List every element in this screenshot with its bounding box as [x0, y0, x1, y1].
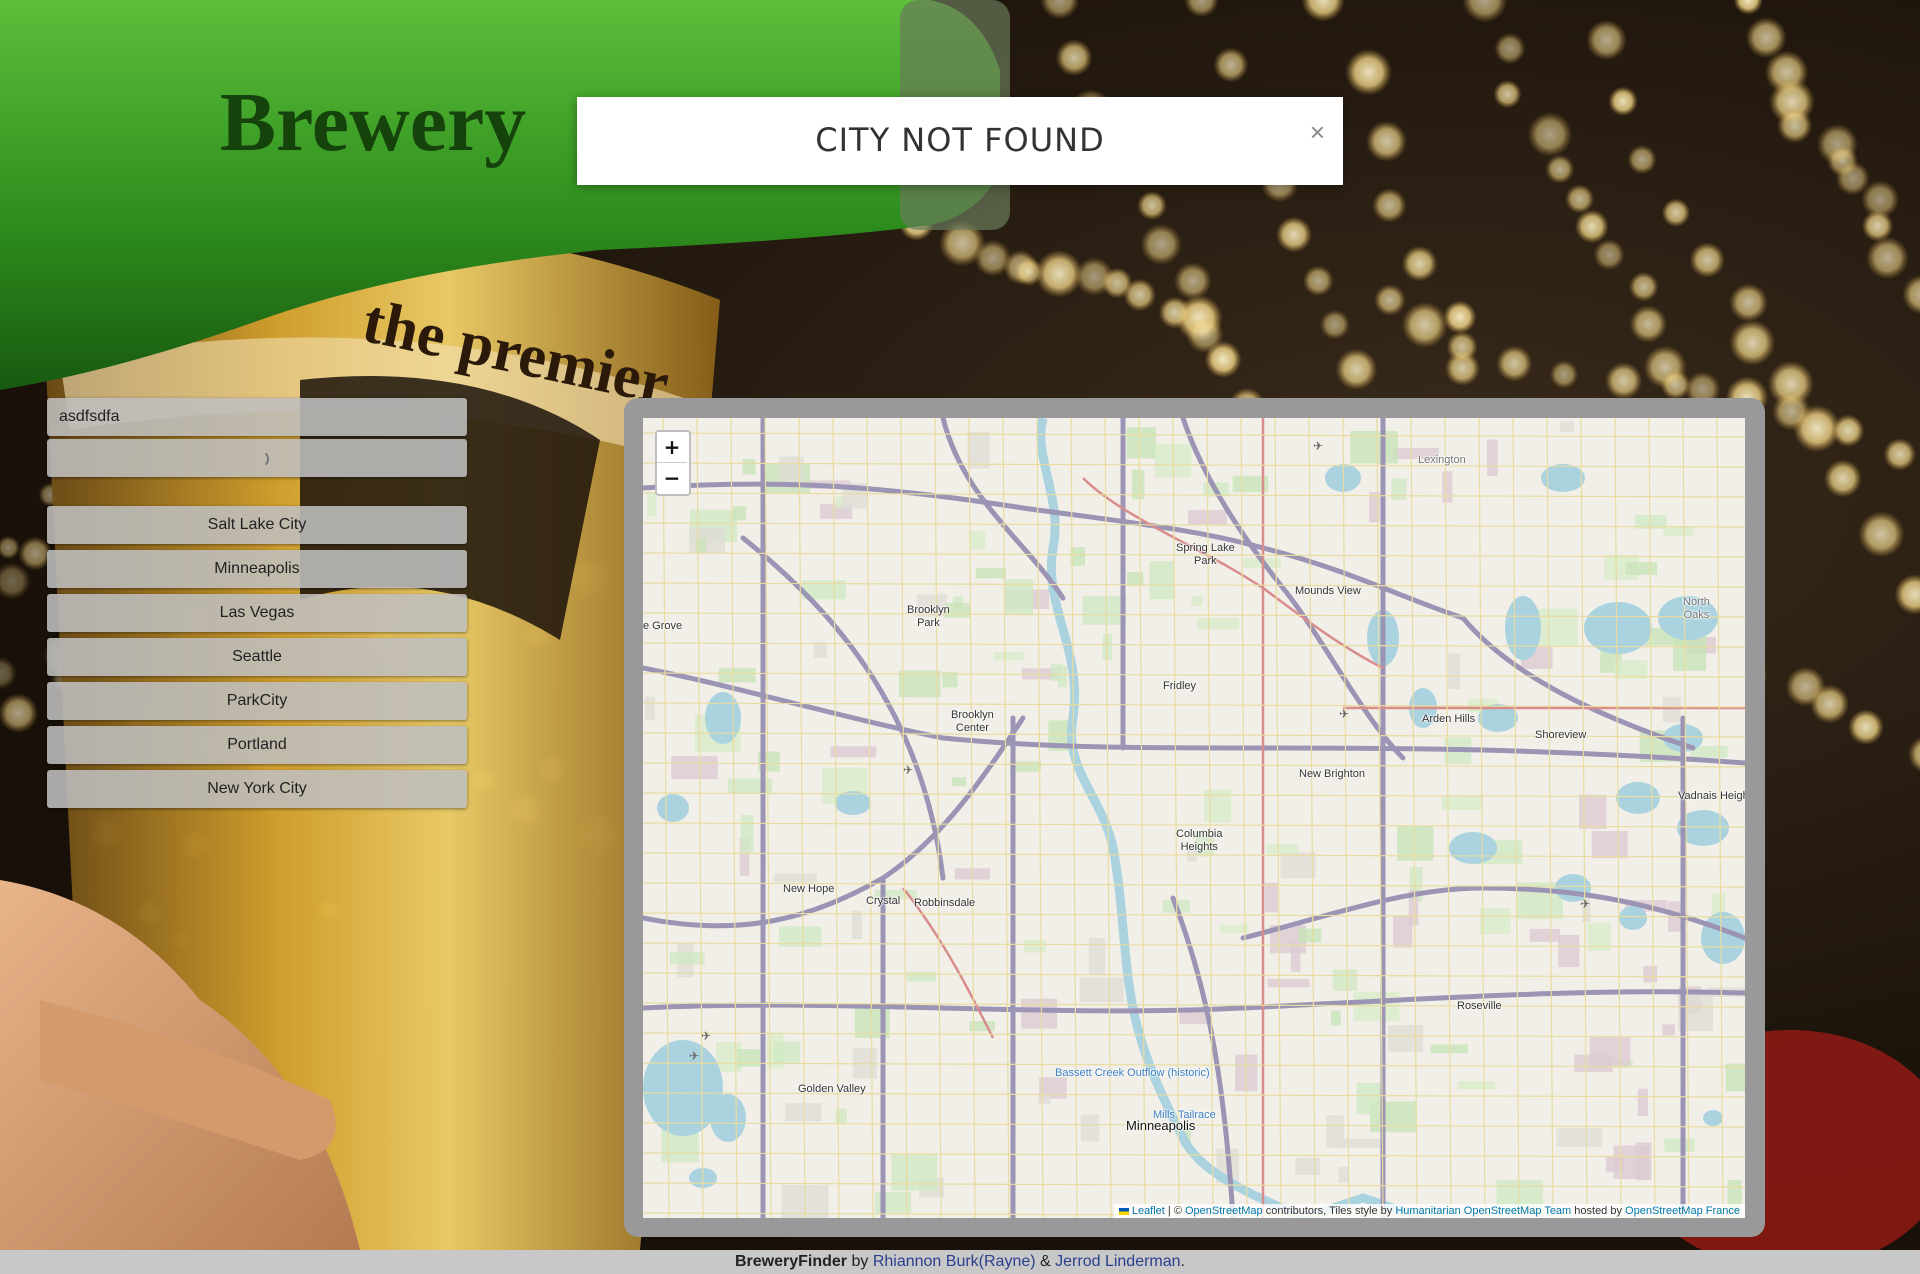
place-brooklyn-park: Brooklyn Park [907, 604, 950, 629]
modal-title: CITY NOT FOUND [815, 121, 1105, 159]
hot-link[interactable]: Humanitarian OpenStreetMap Team [1395, 1205, 1571, 1217]
svg-text:✈: ✈ [1313, 439, 1323, 453]
place-golden-valley: Golden Valley [798, 1083, 866, 1095]
osm-link[interactable]: OpenStreetMap [1185, 1205, 1263, 1217]
svg-text:✈: ✈ [701, 1029, 711, 1043]
footer-text: by [847, 1253, 873, 1270]
place-mounds-view: Mounds View [1295, 585, 1361, 597]
author-link-jerrod[interactable]: Jerrod Linderman [1055, 1253, 1180, 1270]
zoom-in-button[interactable]: + [657, 432, 687, 463]
place-minneapolis: Minneapolis [1126, 1118, 1196, 1133]
map-attribution: Leaflet | © OpenStreetMap contributors, … [1113, 1204, 1745, 1218]
city-button-las-vegas[interactable]: Las Vegas [47, 594, 467, 632]
place-robbinsdale: Robbinsdale [914, 897, 976, 909]
place-new-brighton: New Brighton [1299, 768, 1366, 780]
map-tiles: ✈ ✈ ✈ ✈ ✈ ✈ [643, 418, 1745, 1218]
place-arden-hills: Arden Hills [1422, 713, 1476, 725]
place-new-hope: New Hope [783, 883, 835, 895]
city-button-new-york-city[interactable]: New York City [47, 770, 467, 808]
osm-france-link[interactable]: OpenStreetMap France [1625, 1205, 1740, 1217]
attribution-text: hosted by [1571, 1205, 1626, 1217]
bottle-label-text: Brewery [220, 76, 526, 169]
city-button-minneapolis[interactable]: Minneapolis [47, 550, 467, 588]
place-bassett-creek: Bassett Creek Outflow (historic) [1055, 1067, 1210, 1079]
svg-text:✈: ✈ [1580, 897, 1590, 911]
place-shoreview: Shoreview [1535, 729, 1587, 741]
map-view[interactable]: ✈ ✈ ✈ ✈ ✈ ✈ + − Lexington Spring Lake Pa… [643, 418, 1745, 1218]
city-not-found-modal: CITY NOT FOUND × [577, 97, 1343, 185]
svg-text:✈: ✈ [903, 763, 913, 777]
attribution-text: contributors, Tiles style by [1262, 1205, 1396, 1217]
footer-app-name: BreweryFinder [734, 1253, 848, 1270]
place-north-oaks: North Oaks [1683, 596, 1710, 621]
city-button-parkcity[interactable]: ParkCity [47, 682, 467, 720]
leaflet-link[interactable]: Leaflet [1132, 1205, 1165, 1217]
svg-text:✈: ✈ [689, 1049, 699, 1063]
svg-text:✈: ✈ [1339, 707, 1349, 721]
city-search-input[interactable] [47, 398, 467, 436]
footer: BreweryFinder by Rhiannon Burk(Rayne) & … [0, 1250, 1920, 1274]
attribution-text: | © [1164, 1205, 1185, 1217]
place-fridley: Fridley [1163, 680, 1197, 692]
ukraine-flag-icon [1118, 1207, 1129, 1215]
place-crystal: Crystal [866, 895, 901, 907]
city-button-salt-lake-city[interactable]: Salt Lake City [47, 506, 467, 544]
footer-text: & [1035, 1253, 1056, 1270]
modal-close-icon[interactable]: × [1310, 119, 1325, 145]
place-columbia-heights: Columbia Heights [1176, 828, 1223, 853]
place-lexington: Lexington [1418, 454, 1466, 466]
footer-text: . [1180, 1253, 1185, 1270]
city-button-seattle[interactable]: Seattle [47, 638, 467, 676]
author-link-rhiannon[interactable]: Rhiannon Burk(Rayne) [873, 1253, 1036, 1270]
place-vadnais-heights: Vadnais Heigh [1678, 790, 1745, 802]
zoom-out-button[interactable]: − [657, 463, 687, 493]
place-grove: e Grove [643, 620, 683, 632]
loading-spinner-icon [251, 450, 269, 468]
place-brooklyn-center: Brooklyn Center [951, 709, 994, 734]
city-button-portland[interactable]: Portland [47, 726, 467, 764]
search-button[interactable] [47, 439, 467, 477]
place-spring-lake-park: Spring Lake Park [1176, 542, 1235, 567]
place-roseville: Roseville [1457, 1000, 1502, 1012]
zoom-control: + − [655, 430, 691, 496]
